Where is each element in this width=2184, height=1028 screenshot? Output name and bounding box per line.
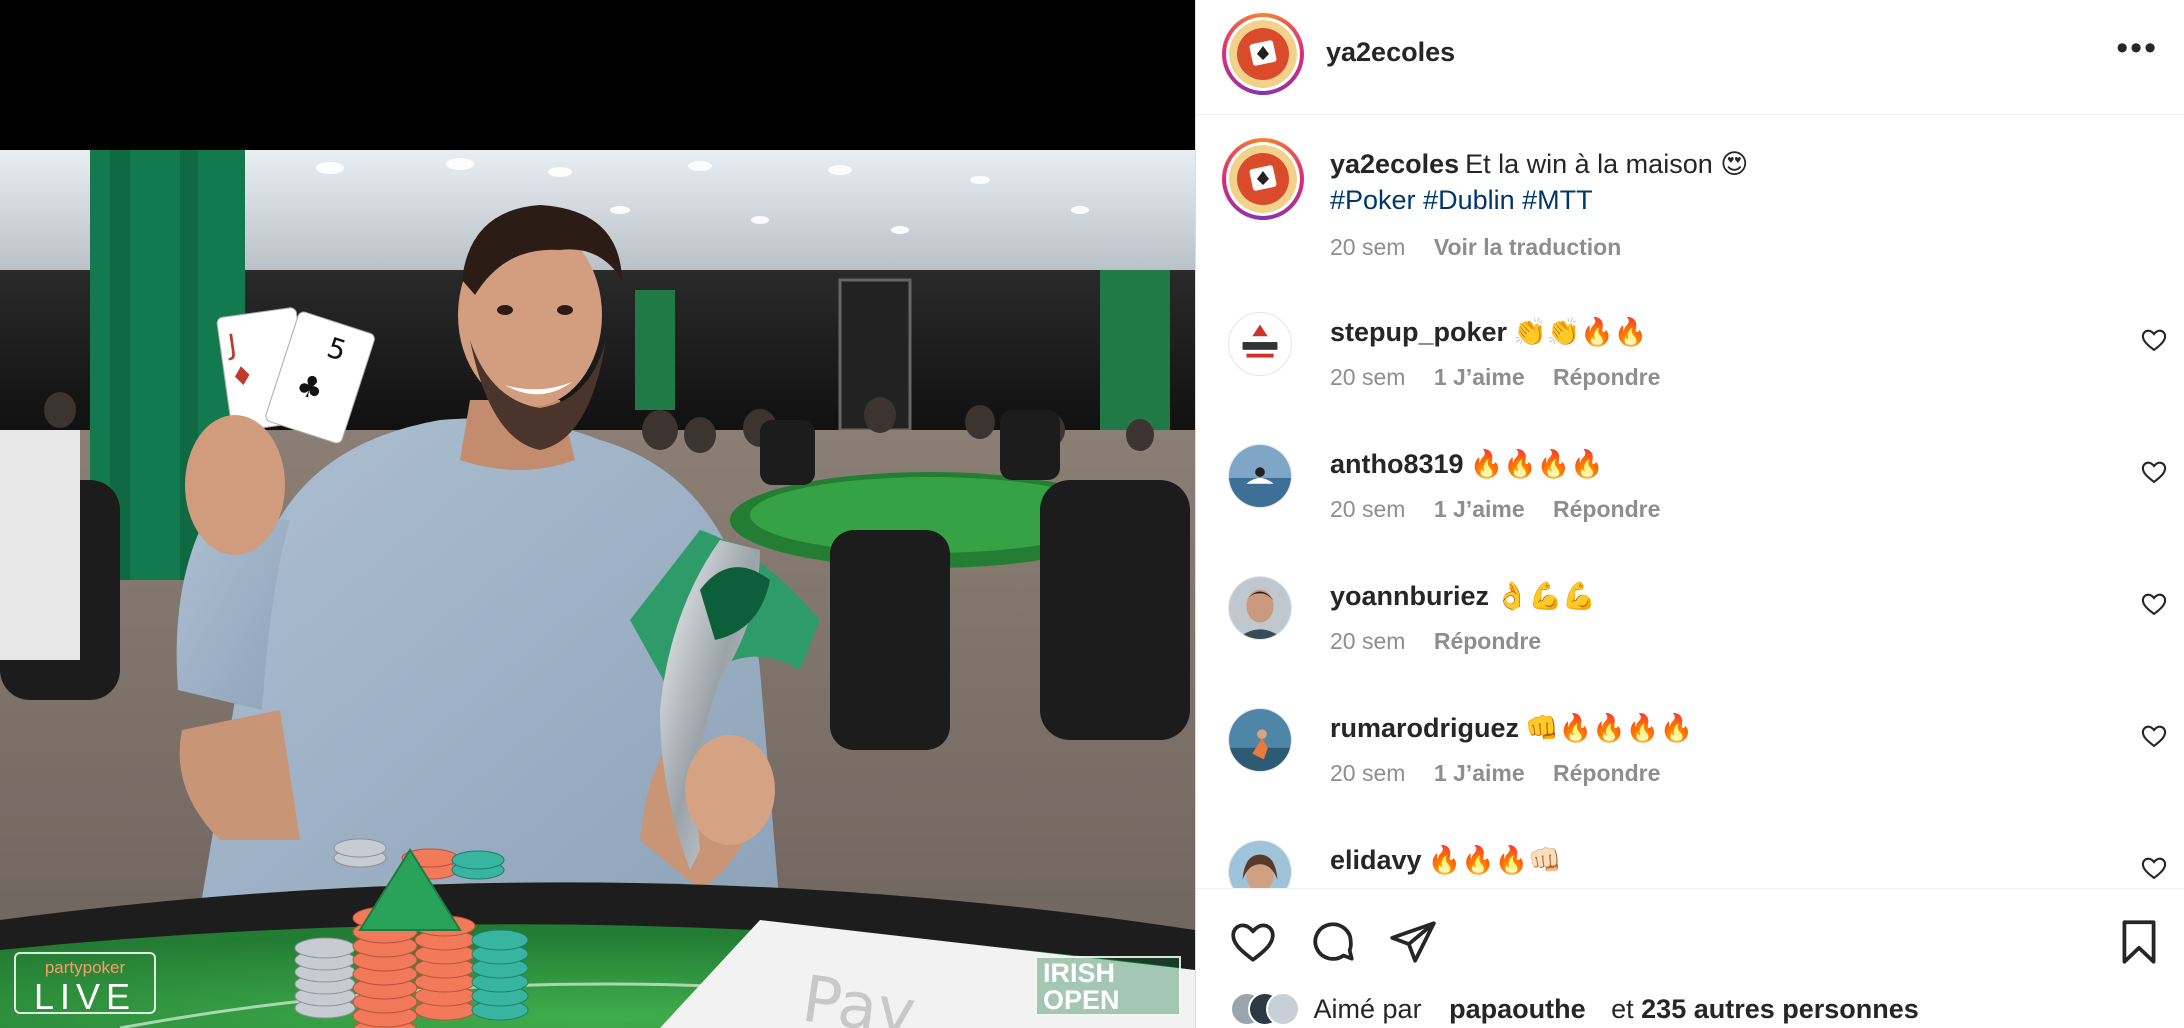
comment-time: 20 sem (1330, 760, 1406, 786)
reply-button[interactable]: Répondre (1553, 496, 1660, 522)
likes-summary[interactable]: Aimé par papaouthe et 235 autres personn… (1230, 992, 1919, 1028)
comment-body: 🔥🔥🔥🔥 (1469, 449, 1605, 479)
liker-avatars (1230, 992, 1300, 1026)
heart-icon[interactable] (1228, 917, 1278, 967)
irish-open-watermark: IRISH OPEN (1035, 956, 1181, 1016)
watermark-brand: partypoker (44, 958, 126, 977)
caption-username[interactable]: ya2ecoles (1330, 149, 1459, 179)
caption-avatar[interactable] (1222, 138, 1304, 220)
comment-meta: 20 sem 1 J’aime Répondre (1330, 496, 1682, 523)
comment-body: 👏👏🔥🔥 (1513, 317, 1648, 347)
comment-likes[interactable]: 1 J’aime (1434, 496, 1525, 522)
reply-button[interactable]: Répondre (1553, 364, 1660, 390)
see-translation-button[interactable]: Voir la traduction (1434, 234, 1621, 260)
comment-meta: 20 sem 1 J’aime Répondre (1330, 760, 1682, 787)
like-comment-icon[interactable] (2140, 458, 2168, 486)
comment-time: 20 sem (1330, 496, 1406, 522)
comment-username[interactable]: rumarodriguez (1330, 713, 1519, 743)
reply-button[interactable]: Répondre (1434, 628, 1541, 654)
like-comment-icon[interactable] (2140, 590, 2168, 618)
commenter-avatar[interactable] (1228, 708, 1292, 772)
comment-time: 20 sem (1330, 628, 1406, 654)
likes-text: Aimé par papaouthe et 235 autres personn… (1314, 994, 1919, 1024)
commenter-avatar[interactable] (1228, 444, 1292, 508)
post-sidebar: ya2ecoles ••• ya2ecoles Et la win à la ma… (1195, 0, 2184, 1028)
watermark-irish: IRISH (1043, 958, 1116, 988)
watermark-open: OPEN (1043, 985, 1120, 1015)
send-icon[interactable] (1388, 917, 1438, 967)
hashtag-dublin[interactable]: #Dublin (1423, 185, 1515, 215)
caption-body: Et la win à la maison 😍 (1465, 149, 1749, 179)
post-media[interactable]: J ♦ 5 ♣ Pay partypoker LIVE IRISH OPEN (0, 0, 1195, 1028)
like-comment-icon[interactable] (2140, 722, 2168, 750)
liker-avatar (1266, 992, 1300, 1026)
post-photo: J ♦ 5 ♣ Pay partypoker LIVE IRISH OPEN (0, 150, 1195, 1028)
reply-button[interactable]: Répondre (1553, 760, 1660, 786)
comment-meta: 20 sem 1 J’aime Répondre (1330, 364, 1682, 391)
comments-list[interactable]: ya2ecoles Et la win à la maison 😍 #Poker … (1196, 116, 2184, 888)
comment-text: yoannburiez 👌💪💪 (1330, 578, 1596, 614)
comment-body: 🔥🔥🔥👊🏻 (1427, 845, 1563, 875)
author-avatar[interactable] (1222, 13, 1304, 95)
likes-others[interactable]: 235 autres personnes (1641, 994, 1919, 1024)
hashtag-mtt[interactable]: #MTT (1522, 185, 1593, 215)
bookmark-icon[interactable] (2114, 917, 2164, 967)
more-options-icon[interactable]: ••• (2116, 31, 2158, 65)
comment-body: 👌💪💪 (1495, 581, 1596, 611)
liker-username[interactable]: papaouthe (1449, 994, 1586, 1024)
comment-likes[interactable]: 1 J’aime (1434, 364, 1525, 390)
comment-text: stepup_poker 👏👏🔥🔥 (1330, 314, 1648, 350)
watermark-live: LIVE (33, 976, 137, 1017)
comment-text: antho8319 🔥🔥🔥🔥 (1330, 446, 1604, 482)
card-jack-suit: ♦ (229, 361, 256, 394)
comment-username[interactable]: antho8319 (1330, 449, 1464, 479)
comment-time: 20 sem (1330, 364, 1406, 390)
comment-body: 👊🔥🔥🔥🔥 (1525, 713, 1694, 743)
like-comment-icon[interactable] (2140, 854, 2168, 882)
comment-text: rumarodriguez 👊🔥🔥🔥🔥 (1330, 710, 1693, 746)
caption-time: 20 sem (1330, 234, 1406, 260)
hashtag-poker[interactable]: #Poker (1330, 185, 1416, 215)
comment-icon[interactable] (1308, 917, 1358, 967)
partypoker-live-watermark: partypoker LIVE (14, 952, 156, 1017)
like-comment-icon[interactable] (2140, 326, 2168, 354)
comment-username[interactable]: elidavy (1330, 845, 1422, 875)
caption-logo-icon (1229, 145, 1297, 213)
comment-likes[interactable]: 1 J’aime (1434, 760, 1525, 786)
likes-prefix: Aimé par (1313, 993, 1422, 1024)
post-author-username[interactable]: ya2ecoles (1326, 37, 1455, 68)
caption-meta: 20 sem Voir la traduction (1330, 234, 1643, 261)
post-header: ya2ecoles ••• (1196, 0, 2184, 115)
commenter-avatar[interactable] (1228, 840, 1292, 888)
comment-meta: 20 sem Répondre (1330, 628, 1563, 655)
commenter-avatar[interactable] (1228, 576, 1292, 640)
caption-text: ya2ecoles Et la win à la maison 😍 #Poker … (1330, 146, 1748, 218)
comment-username[interactable]: stepup_poker (1330, 317, 1507, 347)
comment-text: elidavy 🔥🔥🔥👊🏻 (1330, 842, 1562, 878)
commenter-avatar[interactable] (1228, 312, 1292, 376)
comment-username[interactable]: yoannburiez (1330, 581, 1489, 611)
author-logo-icon (1229, 20, 1297, 88)
likes-middle: et (1611, 993, 1634, 1024)
